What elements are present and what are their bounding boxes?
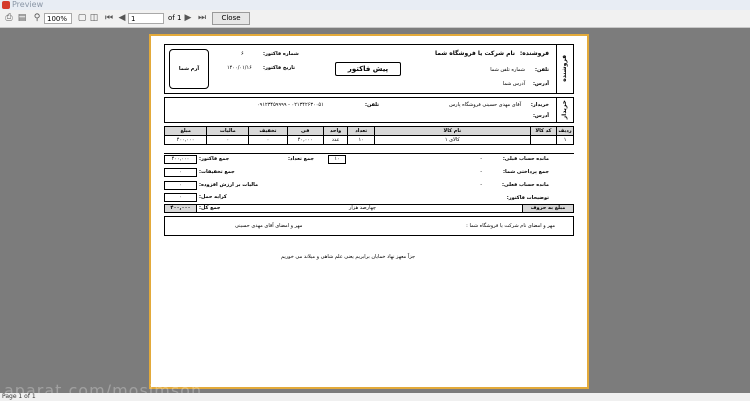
preview-toolbar: ⎙ ▤ ⚲ 100% ▢ ◫ ⏮ ◀ 1 of 1 ▶ ⏭ Close: [0, 10, 750, 28]
invoice-notes-label: توضیحات فاکتور:: [506, 195, 549, 201]
column-header-price: فی: [286, 126, 324, 136]
unit-cell: عدد: [322, 135, 349, 145]
sum-count-label: جمع تعداد:: [288, 156, 314, 162]
column-header-code: کد کالا: [529, 126, 558, 136]
logo-placeholder: آرم شما: [178, 66, 200, 72]
invoice-number-label: شماره فاکتور:: [263, 51, 299, 57]
page-setup-icon[interactable]: ▤: [16, 12, 28, 24]
sum-discount-label: جمع تخفیفات:: [199, 169, 235, 175]
paid-total-label: جمع پرداختی شما:: [503, 169, 549, 175]
freight-value: ۰: [164, 193, 197, 202]
status-page-label: Page 1 of 1: [2, 393, 36, 400]
last-page-icon[interactable]: ⏭: [196, 12, 208, 24]
amount-in-words-value: چهارصد هزار: [349, 205, 376, 211]
current-balance-value: -: [480, 182, 482, 188]
previous-page-icon[interactable]: ◀: [116, 12, 128, 24]
next-page-icon[interactable]: ▶: [182, 12, 194, 24]
page-count-label: of 1: [168, 14, 182, 22]
item-name-cell: کالای ۱: [373, 135, 531, 145]
invoice-page: فروشنده فروشنده: نام شرکت یا فروشگاه شما…: [149, 34, 589, 389]
document-title-box: پیش فاکتور: [335, 62, 401, 76]
print-icon[interactable]: ⎙: [3, 12, 15, 24]
footer-text: جزاً معهز نهاد خمایان برابریم یعنی علم ش…: [281, 254, 416, 260]
sum-discount-value: ۰: [164, 168, 197, 177]
page-number-input[interactable]: 1: [128, 13, 164, 24]
seller-box: فروشنده فروشنده: نام شرکت یا فروشگاه شما…: [164, 44, 574, 94]
seller-phone: شماره تلفن شما: [490, 67, 525, 73]
grand-total-label: جمع کل:: [199, 205, 221, 211]
column-header-tax: مالیات: [206, 126, 250, 136]
vat-value: ۰: [164, 181, 197, 190]
seller-name: نام شرکت یا فروشگاه شما: [435, 50, 515, 57]
seller-section-label: فروشنده: [561, 55, 568, 82]
close-button[interactable]: Close: [212, 12, 250, 25]
buyer-section-tab: خریدار: [556, 97, 574, 123]
amount-in-words-label: مبلغ به حروف: [522, 204, 574, 213]
seller-section-tab: فروشنده: [556, 44, 574, 94]
window-titlebar: Preview: [0, 0, 750, 10]
app-icon: [2, 1, 10, 9]
current-balance-label: مانده حساب فعلی:: [502, 182, 549, 188]
zoom-select[interactable]: 100%: [44, 13, 72, 24]
logo-box: آرم شما: [169, 49, 209, 89]
items-table: ردیف کد کالا نام کالا تعداد واحد فی تخفی…: [163, 126, 574, 145]
invoice-date: ۱۴۰۰/۰۱/۱۶: [227, 65, 252, 71]
column-header-discount: تخفیف: [248, 126, 288, 136]
column-header-quantity: تعداد: [347, 126, 375, 136]
item-code-cell: [529, 135, 558, 145]
freight-label: کرایه حمل:: [199, 194, 227, 200]
buyer-phone: ۰۲۱۳۴۲۶۳۰۰۵۱ - ۰۹۱۲۳۴۵۹۹۹۹: [257, 102, 324, 108]
sum-invoice-label: جمع فاکتور:: [199, 156, 230, 162]
discount-cell: ۰: [248, 135, 288, 145]
document-title: پیش فاکتور: [347, 65, 389, 73]
row-number-cell: ۱: [556, 135, 574, 145]
invoice-number: ۶: [241, 51, 244, 57]
buyer-address-label: آدرس:: [532, 113, 549, 119]
buyer-name: آقای مهدی حسینی فروشگاه پارس: [449, 102, 521, 108]
previous-balance-label: مانده حساب قبلی:: [502, 156, 549, 162]
column-header-unit: واحد: [322, 126, 349, 136]
vat-label: مالیات بر ارزش افزوده:: [199, 182, 259, 188]
previous-balance-value: -: [480, 156, 482, 162]
column-header-amount: مبلغ: [163, 126, 208, 136]
seller-address: آدرس شما: [502, 81, 525, 87]
seller-name-label: فروشنده:: [519, 50, 549, 57]
status-bar: Page 1 of 1: [0, 393, 750, 401]
buyer-phone-label: تلفن:: [365, 102, 380, 108]
two-page-icon[interactable]: ◫: [88, 12, 100, 24]
mouse-cursor-icon: ➤: [256, 333, 266, 346]
window-title: Preview: [12, 0, 44, 9]
price-cell: ۴۰,۰۰۰: [286, 135, 324, 145]
buyer-signature-label: مهر و امضای آقای مهدی حسینی: [235, 223, 303, 229]
invoice-date-label: تاریخ فاکتور:: [263, 65, 295, 71]
sum-invoice-value: ۴۰۰,۰۰۰: [164, 155, 197, 164]
tax-cell: ۰: [206, 135, 250, 145]
signature-box: مهر و امضای نام شرکت یا فروشگاه شما : مه…: [164, 216, 574, 236]
items-table-header: ردیف کد کالا نام کالا تعداد واحد فی تخفی…: [163, 126, 574, 136]
seller-signature-label: مهر و امضای نام شرکت یا فروشگاه شما :: [466, 223, 555, 229]
column-header-row: ردیف: [556, 126, 574, 136]
grand-total-value: ۴۰۰,۰۰۰: [164, 204, 197, 213]
zoom-icon[interactable]: ⚲: [31, 12, 43, 24]
column-header-name: نام کالا: [373, 126, 531, 136]
amount-cell: ۴۰۰,۰۰۰: [163, 135, 208, 145]
quantity-cell: ۱۰: [347, 135, 375, 145]
one-page-icon[interactable]: ▢: [76, 12, 88, 24]
seller-phone-label: تلفن:: [534, 67, 549, 73]
seller-address-label: آدرس:: [532, 81, 549, 87]
buyer-section-label: خریدار: [561, 100, 568, 120]
buyer-name-label: خریدار:: [530, 102, 549, 108]
buyer-box: خریدار خریدار: آقای مهدی حسینی فروشگاه پ…: [164, 97, 574, 123]
paid-total-value: -: [480, 169, 482, 175]
first-page-icon[interactable]: ⏮: [103, 12, 115, 24]
sum-count-value: ۱۰: [328, 155, 346, 164]
table-row: ۱ کالای ۱ ۱۰ عدد ۴۰,۰۰۰ ۰ ۰ ۴۰۰,۰۰۰: [163, 135, 574, 145]
